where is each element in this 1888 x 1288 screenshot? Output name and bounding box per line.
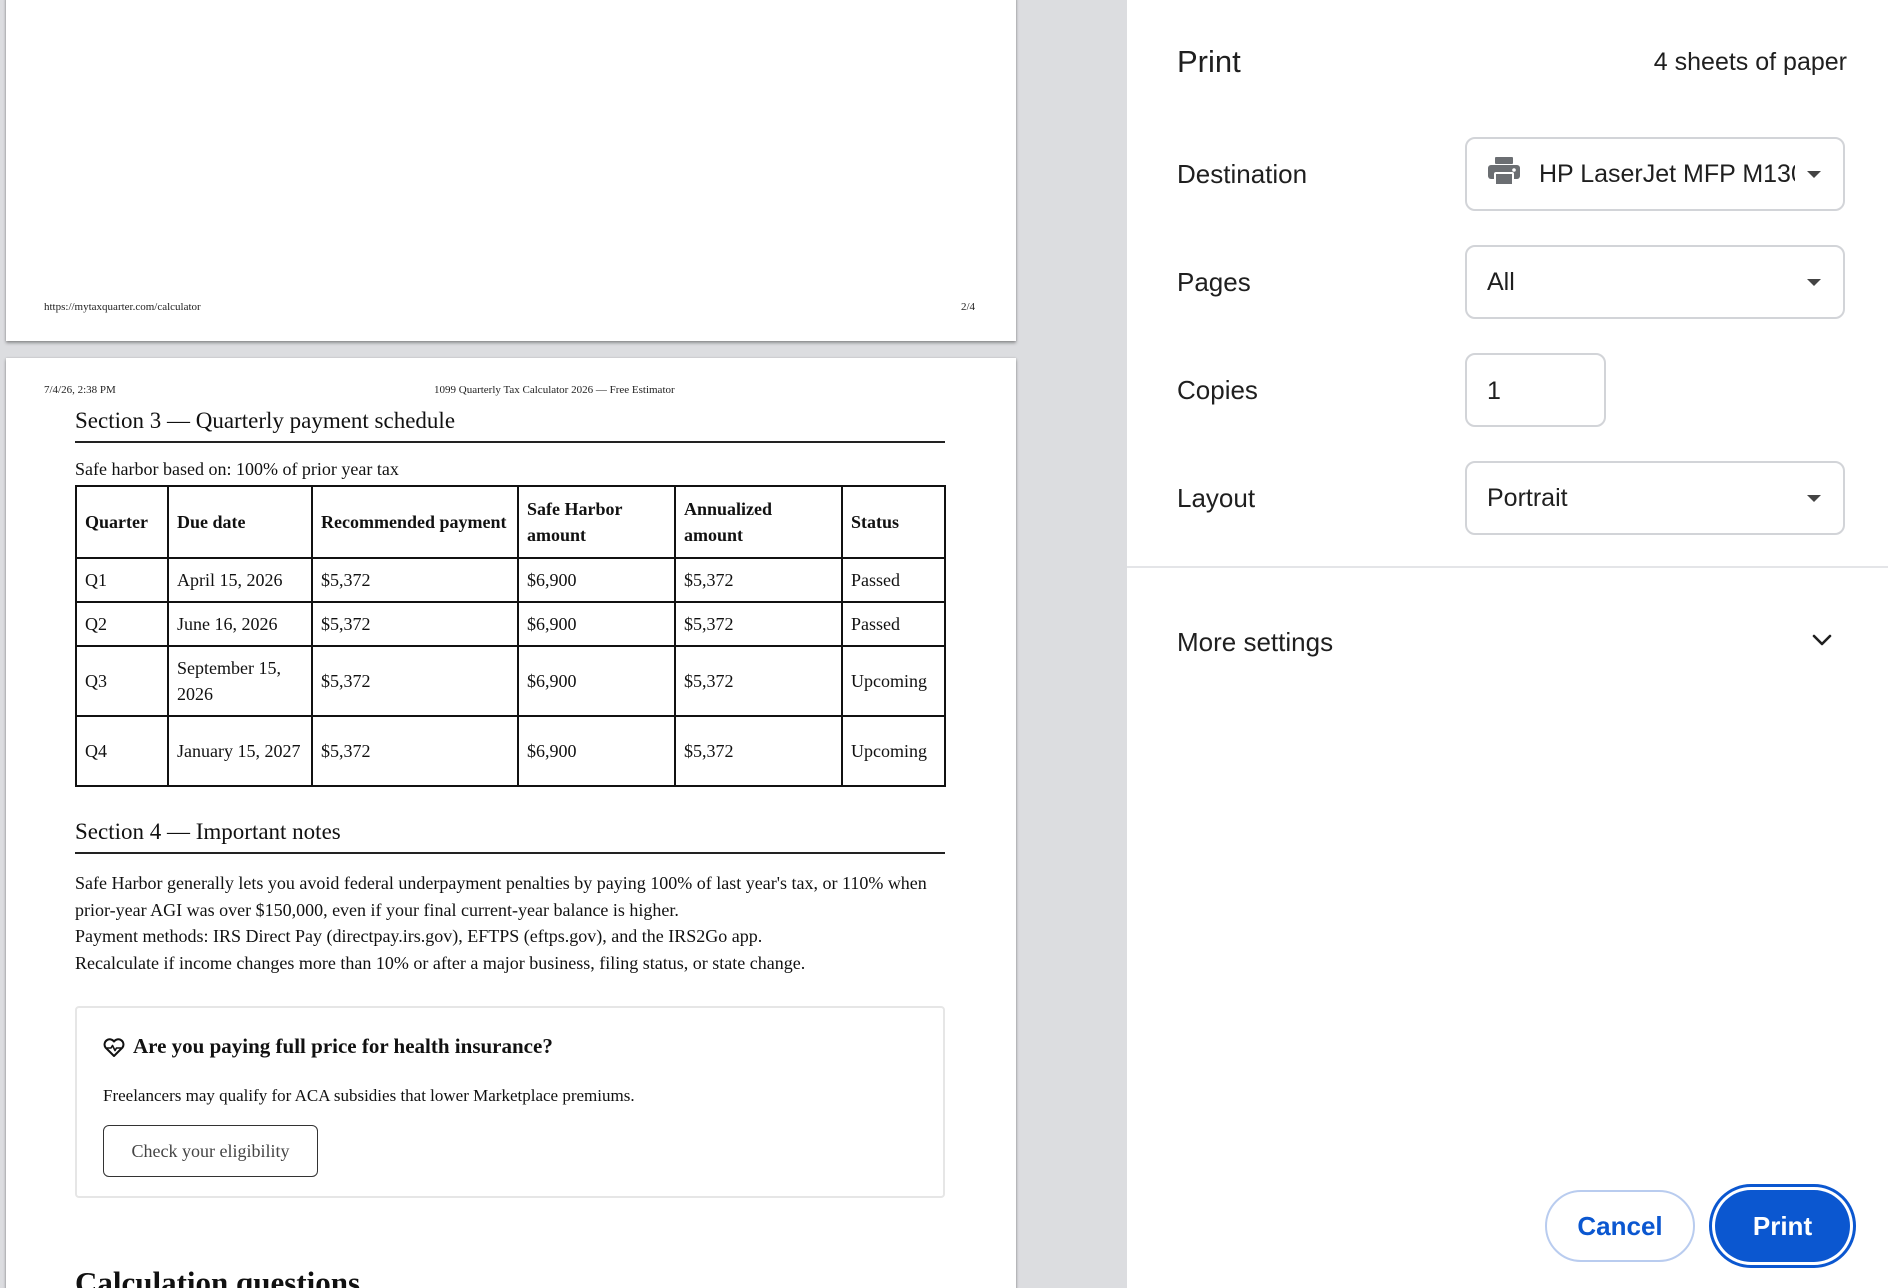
table-cell: Q2 [75, 601, 169, 647]
table-cell: $5,372 [674, 557, 843, 603]
destination-label: Destination [1177, 159, 1308, 189]
print-button[interactable]: Print [1709, 1184, 1856, 1268]
table-cell: $5,372 [311, 601, 519, 647]
note-paragraph: Recalculate if income changes more than … [75, 952, 806, 973]
print-preview[interactable]: https://mytaxquarter.com/calculator 2/4 … [0, 0, 1127, 1288]
table-row: Q1 April 15, 2026 $5,372 $6,900 $5,372 P… [75, 557, 946, 603]
column-header: Due date [167, 485, 313, 559]
table-cell: $5,372 [674, 601, 843, 647]
page-footer-number: 2/4 [961, 301, 976, 313]
heart-pulse-icon [103, 1038, 125, 1063]
sheet-count: 4 sheets of paper [1653, 48, 1847, 76]
table-cell: $5,372 [311, 557, 519, 603]
payment-schedule-table: Quarter Due date Recommended payment Saf… [75, 485, 946, 787]
preview-page-current: 7/4/26, 2:38 PM 1099 Quarterly Tax Calcu… [6, 358, 1016, 1288]
more-settings-toggle[interactable]: More settings [1177, 627, 1333, 658]
pages-value: All [1487, 267, 1515, 296]
table-cell: September 15, 2026 [167, 645, 313, 717]
health-insurance-ad-card: Are you paying full price for health ins… [75, 1006, 945, 1198]
ad-body: Freelancers may qualify for ACA subsidie… [103, 1086, 635, 1105]
table-cell: Q1 [75, 557, 169, 603]
note-paragraph: Safe Harbor generally lets you avoid fed… [75, 873, 927, 920]
important-notes: Safe Harbor generally lets you avoid fed… [75, 870, 955, 976]
page-header-datetime: 7/4/26, 2:38 PM [44, 384, 116, 396]
page-footer-url: https://mytaxquarter.com/calculator [44, 301, 201, 313]
table-cell: $6,900 [517, 715, 676, 787]
table-row: Q4 January 15, 2027 $5,372 $6,900 $5,372… [75, 715, 946, 787]
column-header: Safe Harbor amount [517, 485, 676, 559]
layout-value: Portrait [1487, 483, 1568, 512]
section-4-title: Section 4 — Important notes [75, 819, 945, 854]
destination-value: HP LaserJet MFP M130 [1539, 159, 1795, 188]
table-row: Q3 September 15, 2026 $5,372 $6,900 $5,3… [75, 645, 946, 717]
copies-input[interactable]: 1 [1465, 353, 1606, 427]
table-cell: $6,900 [517, 557, 676, 603]
print-button-label: Print [1715, 1190, 1850, 1262]
ad-title: Are you paying full price for health ins… [133, 1034, 553, 1058]
preview-page-prev: https://mytaxquarter.com/calculator 2/4 [6, 0, 1016, 341]
table-cell: $6,900 [517, 645, 676, 717]
note-paragraph: Payment methods: IRS Direct Pay (directp… [75, 926, 763, 946]
column-header: Annualized amount [674, 485, 843, 559]
pages-label: Pages [1177, 267, 1251, 297]
column-header: Status [841, 485, 946, 559]
table-cell: Passed [841, 557, 946, 603]
table-cell: Upcoming [841, 645, 946, 717]
table-cell: Upcoming [841, 715, 946, 787]
copies-label: Copies [1177, 375, 1258, 405]
panel-divider [1127, 566, 1888, 568]
table-header-row: Quarter Due date Recommended payment Saf… [75, 485, 946, 559]
table-cell: $5,372 [674, 715, 843, 787]
table-cell: $5,372 [674, 645, 843, 717]
column-header: Recommended payment [311, 485, 519, 559]
destination-select[interactable]: HP LaserJet MFP M130 [1465, 137, 1845, 211]
table-cell: June 16, 2026 [167, 601, 313, 647]
table-cell: January 15, 2027 [167, 715, 313, 787]
column-header: Quarter [75, 485, 169, 559]
layout-select[interactable]: Portrait [1465, 461, 1845, 535]
table-cell: Passed [841, 601, 946, 647]
dropdown-caret-icon [1807, 170, 1821, 178]
table-cell: April 15, 2026 [167, 557, 313, 603]
table-row: Q2 June 16, 2026 $5,372 $6,900 $5,372 Pa… [75, 601, 946, 647]
safe-harbor-caption: Safe harbor based on: 100% of prior year… [75, 459, 399, 479]
dropdown-caret-icon [1807, 278, 1821, 286]
pages-select[interactable]: All [1465, 245, 1845, 319]
printer-icon [1487, 156, 1521, 193]
check-eligibility-button[interactable]: Check your eligibility [103, 1125, 318, 1177]
layout-label: Layout [1177, 483, 1256, 513]
table-cell: Q4 [75, 715, 169, 787]
print-settings-panel: Print 4 sheets of paper Destination HP L… [1127, 0, 1888, 1288]
cancel-button[interactable]: Cancel [1545, 1190, 1695, 1262]
chevron-down-icon[interactable] [1810, 628, 1834, 657]
page-header-title: 1099 Quarterly Tax Calculator 2026 — Fre… [434, 384, 675, 396]
table-cell: Q3 [75, 645, 169, 717]
calculation-questions-title: Calculation questions [75, 1265, 361, 1288]
dropdown-caret-icon [1807, 494, 1821, 502]
table-cell: $5,372 [311, 715, 519, 787]
section-3-title: Section 3 — Quarterly payment schedule [75, 408, 945, 443]
table-cell: $5,372 [311, 645, 519, 717]
print-dialog-title: Print [1177, 44, 1241, 79]
table-cell: $6,900 [517, 601, 676, 647]
